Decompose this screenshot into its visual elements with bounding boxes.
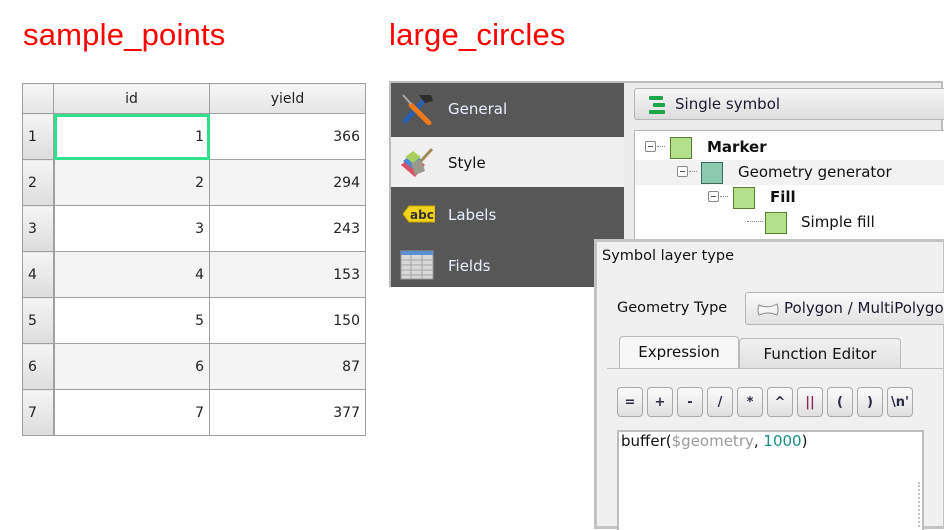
operator-multiply-button[interactable]: * [737,387,763,417]
symbol-layer-type-header: Symbol layer type [602,248,735,264]
expr-function: buffer( [621,432,672,450]
tree-item-label: Fill [770,188,796,206]
symbol-layer-dialog: Symbol layer type Geometry Type Polygon … [594,239,944,530]
cell-yield[interactable]: 377 [209,389,366,436]
table-row[interactable]: 2 2 294 [22,159,366,206]
operator-equals-button[interactable]: = [617,387,643,417]
tree-item-marker[interactable]: Marker [635,135,944,160]
expr-variable: $geometry [671,432,754,450]
hammer-screwdriver-icon [402,94,433,125]
operator-plus-button[interactable]: + [647,387,673,417]
renderer-type-dropdown[interactable]: Single symbol [634,88,944,120]
svg-text:abc: abc [410,208,434,222]
table-corner[interactable] [22,83,54,114]
sidebar-item-fields[interactable]: Fields [391,240,624,290]
large-circles-title: large_circles [389,17,566,52]
tree-item-label: Geometry generator [738,163,892,181]
operator-concat-button[interactable]: || [797,387,823,417]
sample-points-title: sample_points [23,17,226,52]
sidebar-item-labels[interactable]: abc Labels [391,189,624,239]
cell-id[interactable]: 4 [53,251,210,298]
polygon-icon [757,303,779,316]
column-header-yield[interactable]: yield [209,83,366,114]
cell-yield[interactable]: 150 [209,297,366,344]
cell-yield[interactable]: 153 [209,251,366,298]
tree-connector [689,171,697,172]
sidebar-label: General [448,100,508,118]
row-header[interactable]: 5 [22,297,55,344]
attribute-table: id yield 1 1 366 2 2 294 3 3 243 4 4 153… [22,83,366,436]
column-header-id[interactable]: id [53,83,210,114]
sidebar-item-general[interactable]: General [391,83,624,133]
tree-item-geometry-generator[interactable]: Geometry generator [635,160,944,185]
sidebar-label: Style [448,154,486,172]
table-row[interactable]: 5 5 150 [22,297,366,344]
row-header[interactable]: 2 [22,159,55,206]
tab-function-editor[interactable]: Function Editor [739,338,901,369]
abc-label-icon: abc [402,205,435,223]
cell-id[interactable]: 2 [53,159,210,206]
cell-id[interactable]: 6 [53,343,210,390]
operator-newline-button[interactable]: \n' [887,387,913,417]
tree-item-fill[interactable]: Fill [635,185,944,210]
table-row[interactable]: 4 4 153 [22,251,366,298]
collapse-toggle-icon[interactable] [645,141,656,152]
geometry-type-dropdown[interactable]: Polygon / MultiPolygon [745,292,944,325]
tree-connector [657,146,665,147]
sidebar-label: Fields [448,257,491,275]
cell-id[interactable]: 5 [53,297,210,344]
resize-grip[interactable] [915,482,920,527]
cell-id[interactable]: 3 [53,205,210,252]
table-row[interactable]: 6 6 87 [22,343,366,390]
collapse-toggle-icon[interactable] [708,191,719,202]
operator-power-button[interactable]: ^ [767,387,793,417]
expression-editor[interactable]: buffer($geometry, 1000) [617,430,924,530]
tree-item-label: Marker [707,138,767,156]
single-symbol-icon [649,96,665,114]
cell-yield[interactable]: 366 [209,113,366,160]
operator-minus-button[interactable]: - [677,387,703,417]
tab-expression[interactable]: Expression [619,336,739,369]
tab-divider [607,368,944,369]
row-header[interactable]: 1 [22,113,55,160]
cell-id[interactable]: 1 [53,113,210,160]
expr-separator: , [753,432,764,450]
properties-sidebar: General Style abc Labels Fields [391,83,624,287]
table-row[interactable]: 1 1 366 [22,113,366,160]
operator-open-paren-button[interactable]: ( [827,387,853,417]
operator-close-paren-button[interactable]: ) [857,387,883,417]
sidebar-item-style[interactable]: Style [391,137,624,187]
symbol-preview-swatch [701,162,723,184]
tree-connector [747,221,763,222]
symbol-preview-swatch [733,187,755,209]
cell-yield[interactable]: 243 [209,205,366,252]
renderer-type-value: Single symbol [675,95,781,113]
table-row[interactable]: 7 7 377 [22,389,366,436]
geometry-type-value: Polygon / MultiPolygon [784,299,944,317]
collapse-toggle-icon[interactable] [677,166,688,177]
row-header[interactable]: 4 [22,251,55,298]
row-header[interactable]: 7 [22,389,55,436]
symbol-preview-swatch [670,137,692,159]
operator-divide-button[interactable]: / [707,387,733,417]
paintbrush-icon [401,147,434,177]
geometry-type-label: Geometry Type [617,300,728,316]
tree-connector [720,196,728,197]
tree-item-simple-fill[interactable]: Simple fill [635,210,944,235]
tree-item-label: Simple fill [801,213,875,231]
cell-id[interactable]: 7 [53,389,210,436]
expr-number: 1000 [763,432,802,450]
sidebar-label: Labels [448,206,497,224]
table-fields-icon [400,250,434,280]
row-header[interactable]: 6 [22,343,55,390]
row-header[interactable]: 3 [22,205,55,252]
expr-close: ) [801,432,808,450]
cell-yield[interactable]: 87 [209,343,366,390]
table-row[interactable]: 3 3 243 [22,205,366,252]
symbol-preview-swatch [765,212,787,234]
cell-yield[interactable]: 294 [209,159,366,206]
